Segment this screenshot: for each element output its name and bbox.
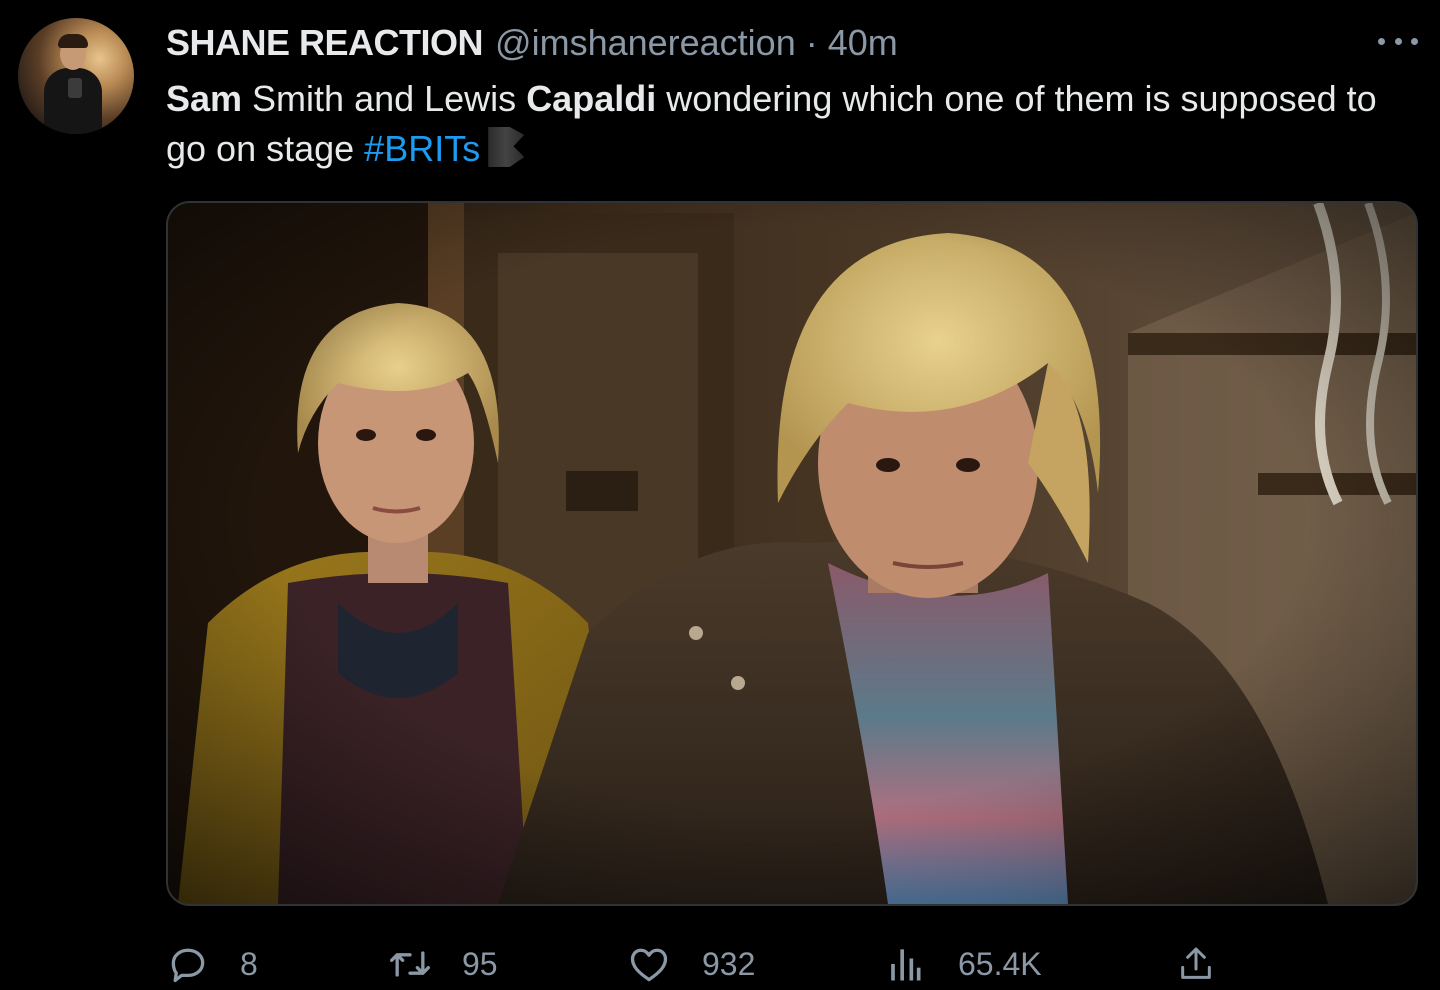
tweet-time[interactable]: 40m	[828, 22, 898, 64]
views-button[interactable]: 65.4K	[884, 940, 1042, 988]
brits-emoji-icon	[488, 127, 525, 167]
header-separator: ·	[805, 22, 818, 63]
avatar[interactable]	[18, 18, 134, 134]
retweet-button[interactable]: 95	[386, 940, 498, 988]
views-count: 65.4K	[958, 945, 1042, 982]
like-icon	[630, 948, 668, 982]
more-dot	[1411, 37, 1418, 45]
hashtag-link[interactable]: #BRITs	[364, 128, 480, 169]
tweet-text-bold-sam: Sam	[166, 78, 243, 119]
author-name[interactable]: SHANE REACTION	[166, 22, 484, 64]
more-icon[interactable]	[1378, 26, 1418, 56]
like-button[interactable]: 932	[626, 940, 755, 988]
photo-vignette	[168, 203, 1416, 904]
author-handle[interactable]: @imshanereaction	[495, 22, 796, 64]
reply-button[interactable]: 8	[166, 940, 258, 988]
tweet-header: SHANE REACTION @imshanereaction · 40m	[166, 20, 898, 66]
reply-count: 8	[240, 945, 258, 982]
tweet-media-photo[interactable]	[166, 201, 1418, 906]
reply-icon	[171, 948, 205, 983]
views-icon	[891, 949, 921, 981]
tweet-actions: 8 95 932 65.4K	[0, 940, 1440, 990]
retweet-icon	[390, 951, 430, 977]
tweet[interactable]: SHANE REACTION @imshanereaction · 40m Sa…	[0, 0, 1440, 989]
tweet-text-segment: Smith and Lewis	[242, 78, 527, 119]
like-count: 932	[702, 945, 756, 982]
tweet-text-bold-capaldi: Capaldi	[526, 78, 657, 119]
share-button[interactable]	[1176, 940, 1216, 988]
tweet-text: Sam Smith and Lewis Capaldi wondering wh…	[166, 74, 1416, 174]
retweet-count: 95	[462, 945, 498, 982]
more-dot	[1394, 37, 1402, 45]
more-dot	[1378, 37, 1385, 45]
photo-illustration	[168, 203, 1416, 904]
avatar-phone	[68, 78, 82, 98]
share-icon	[1181, 947, 1211, 979]
avatar-hair	[58, 34, 88, 48]
